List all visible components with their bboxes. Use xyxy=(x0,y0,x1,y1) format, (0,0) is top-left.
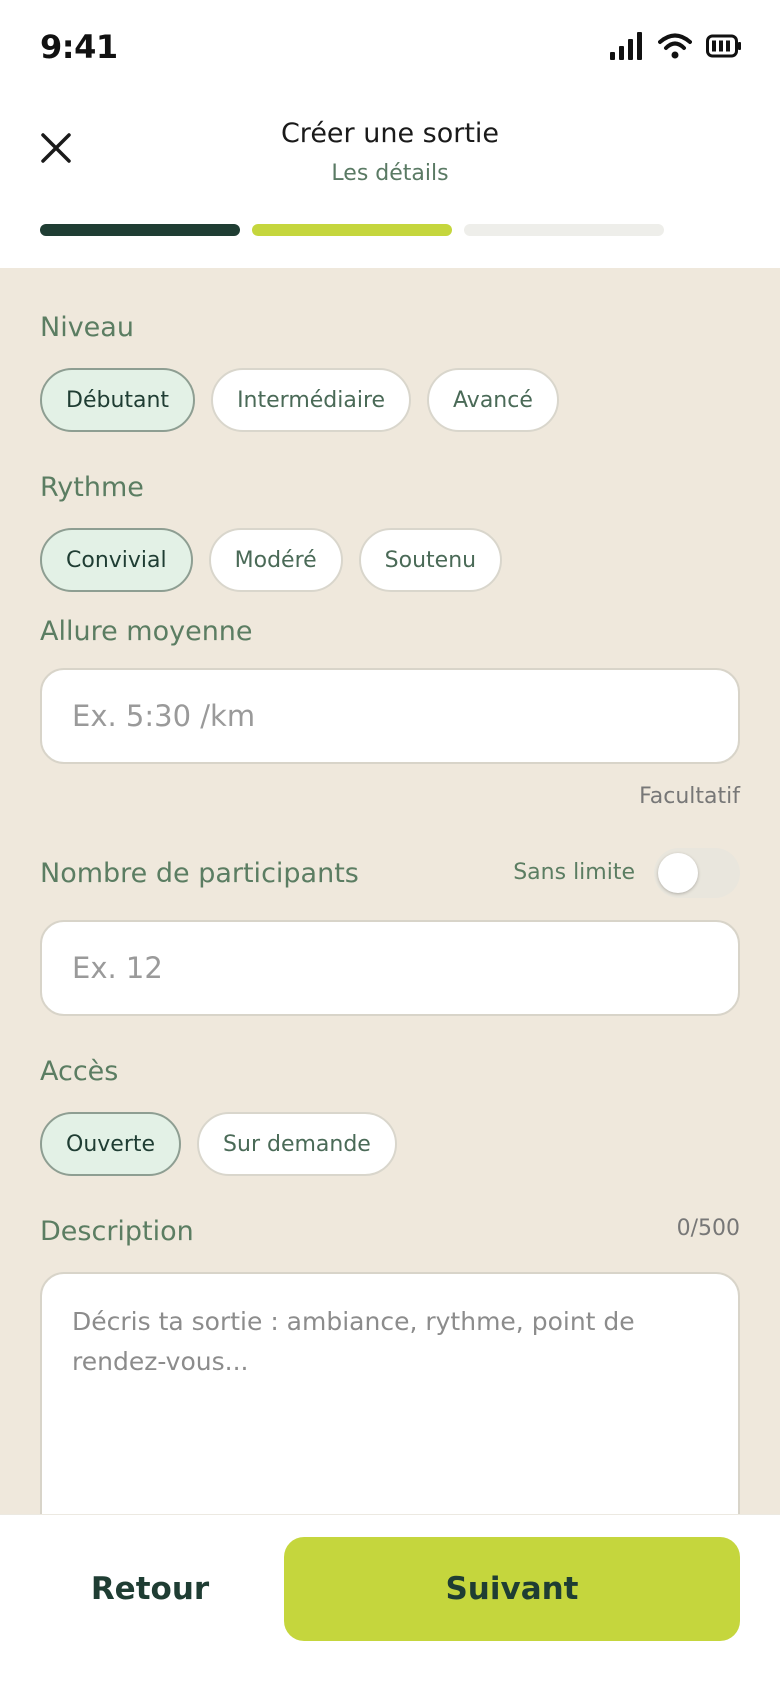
bottom-bar: Retour Suivant xyxy=(0,1514,780,1688)
level-label: Niveau xyxy=(40,312,134,343)
access-chip-open[interactable]: Ouverte xyxy=(40,1112,182,1176)
pace-input[interactable]: Ex. 5:30 /km xyxy=(40,668,740,764)
progress-segment-3 xyxy=(464,224,664,236)
access-chips: Ouverte Sur demande xyxy=(40,1112,397,1176)
rhythm-chip-moderate[interactable]: Modéré xyxy=(208,528,343,592)
header-titles: Créer une sortie Les détails xyxy=(0,118,780,186)
rhythm-chips: Convivial Modéré Soutenu xyxy=(40,528,503,592)
no-limit-label: Sans limite xyxy=(513,860,635,885)
description-counter: 0/500 xyxy=(676,1216,740,1241)
participants-input[interactable]: Ex. 12 xyxy=(40,920,740,1016)
step-progress xyxy=(40,224,664,236)
page-subtitle: Les détails xyxy=(331,161,449,186)
wifi-icon xyxy=(658,32,692,60)
rhythm-chip-convivial[interactable]: Convivial xyxy=(40,528,193,592)
pace-label: Allure moyenne xyxy=(40,616,253,647)
status-time: 9:41 xyxy=(40,28,118,66)
status-bar: 9:41 xyxy=(0,0,780,96)
status-icons xyxy=(610,32,742,60)
level-chip-beginner[interactable]: Débutant xyxy=(40,368,196,432)
level-chip-intermediate[interactable]: Intermédiaire xyxy=(211,368,412,432)
page-title: Créer une sortie xyxy=(280,118,500,149)
rhythm-label: Rythme xyxy=(40,472,144,503)
progress-segment-1 xyxy=(40,224,240,236)
participants-label: Nombre de participants xyxy=(40,858,359,889)
access-chip-on-request[interactable]: Sur demande xyxy=(197,1112,397,1176)
no-limit-toggle[interactable] xyxy=(654,848,740,898)
pace-optional-hint: Facultatif xyxy=(639,784,740,809)
description-label: Description xyxy=(40,1216,194,1247)
progress-segment-2 xyxy=(252,224,452,236)
access-label: Accès xyxy=(40,1056,119,1087)
signal-icon xyxy=(610,32,644,60)
level-chip-advanced[interactable]: Avancé xyxy=(427,368,559,432)
rhythm-chip-sustained[interactable]: Soutenu xyxy=(358,528,503,592)
toggle-knob xyxy=(658,853,698,893)
level-chips: Débutant Intermédiaire Avancé xyxy=(40,368,559,432)
battery-icon xyxy=(706,34,742,58)
next-button[interactable]: Suivant xyxy=(284,1537,740,1641)
top-header: 9:41 Créer une sortie Les détails xyxy=(0,0,780,268)
back-button[interactable]: Retour xyxy=(40,1537,260,1641)
